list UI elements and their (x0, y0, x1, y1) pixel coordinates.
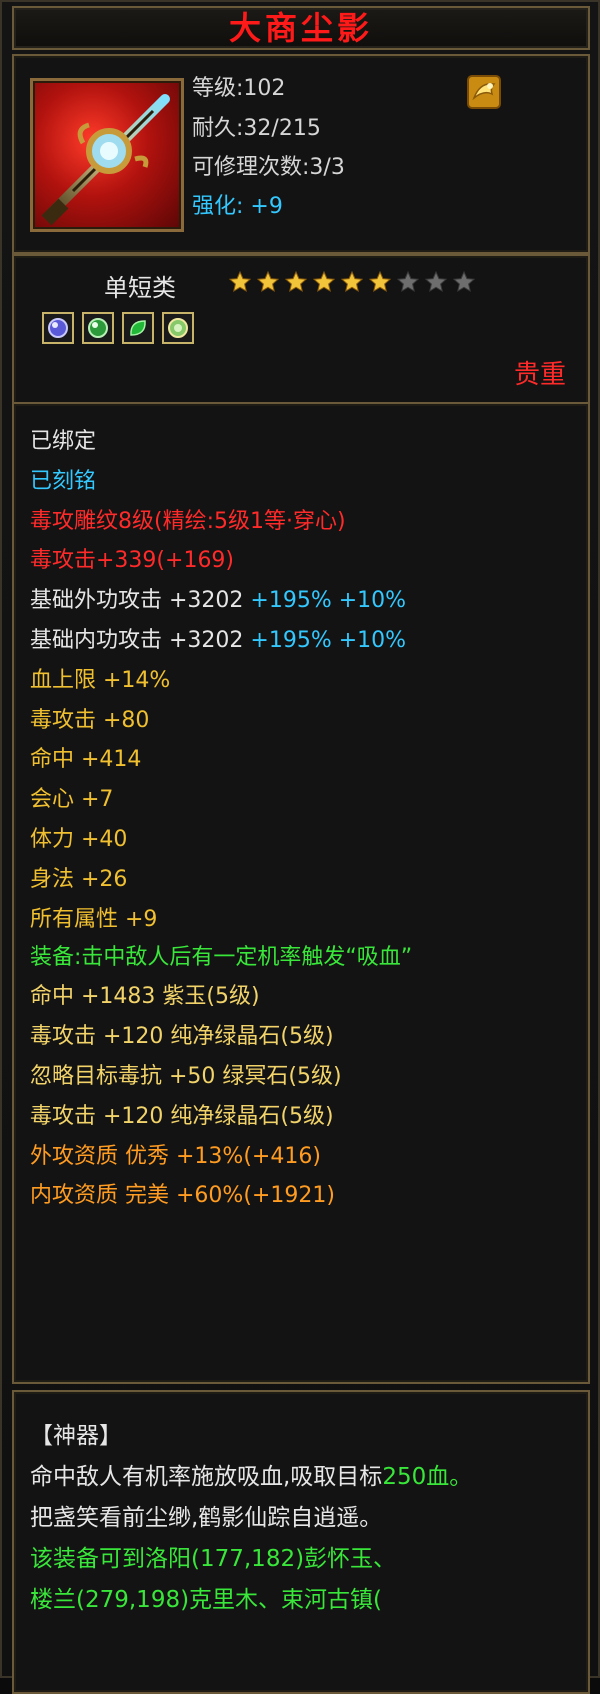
description-list: 【神器】 命中敌人有机率施放吸血,吸取目标250血。 把盏笑看前尘缈,鹤影仙踪自… (30, 1416, 578, 1621)
star-filled-icon (256, 270, 280, 294)
attribute-row: 装备:击中敌人后有一定机率触发“吸血” (30, 945, 413, 971)
star-filled-icon (368, 270, 392, 294)
attribute-row: 命中 +1483 紫玉(5级) (30, 984, 260, 1010)
sword-icon (30, 78, 184, 232)
attribute-row: 毒攻击 +120 纯净绿晶石(5级) (30, 1024, 334, 1050)
description-panel: 【神器】 命中敌人有机率施放吸血,吸取目标250血。 把盏笑看前尘缈,鹤影仙踪自… (12, 1390, 590, 1694)
jade-gem-icon (162, 312, 194, 344)
attribute-row: 毒攻击 +120 纯净绿晶石(5级) (30, 1103, 334, 1129)
flavor-text: 把盏笑看前尘缈,鹤影仙踪自逍遥。 (30, 1505, 383, 1531)
attribute-list: 已绑定已刻铭毒攻雕纹8级(精绘:5级1等·穿心) 毒攻击+339(+169) 基础外… (30, 422, 578, 1216)
star-empty-icon (424, 270, 448, 294)
attribute-row: 会心 +7 (30, 787, 114, 813)
item-header-panel: 等级:102 耐久:32/215 可修理次数:3/3 强化: +9 (12, 54, 590, 254)
green-leaf-gem-icon (122, 312, 154, 344)
item-type-panel: 单短类 贵重 (12, 254, 590, 406)
enhance-line: 强化: +9 (192, 192, 283, 222)
attribute-label: 基础内功攻击 +3202 (30, 627, 244, 653)
star-empty-icon (396, 270, 420, 294)
star-empty-icon (452, 270, 476, 294)
attribute-row: 所有属性 +9 (30, 906, 158, 932)
level-label: 等级 (192, 76, 237, 101)
item-type: 单短类 (104, 274, 176, 302)
enhance-label: 强化: (192, 194, 244, 219)
attribute-bonus: +195% +10% (243, 627, 407, 653)
attribute-row: 已刻铭 (30, 468, 97, 494)
star-filled-icon (228, 270, 252, 294)
location-line-2: 楼兰(279,198)克里木、束河古镇( (30, 1587, 383, 1613)
attribute-row: 体力 +40 (30, 826, 128, 852)
socket-gems (42, 312, 194, 344)
repair-label: 可修理次数 (192, 155, 303, 180)
green-gem-icon (82, 312, 114, 344)
location-line-1: 该装备可到洛阳(177,182)彭怀玉、 (30, 1546, 397, 1572)
star-filled-icon (312, 270, 336, 294)
item-tooltip: 大商尘影 等级:102 耐久:32/215 可修理次数:3/3 强化: +9 单… (0, 0, 600, 1694)
artifact-heading: 【神器】 (30, 1423, 122, 1449)
attribute-row: 命中 +414 (30, 747, 142, 773)
attribute-row: 毒攻击+339(+169) (30, 548, 235, 574)
item-name-bar: 大商尘影 (12, 6, 590, 50)
level-line: 等级:102 (192, 74, 285, 104)
attribute-bonus: +195% +10% (243, 588, 407, 614)
attribute-row: 忽略目标毒抗 +50 绿冥石(5级) (30, 1063, 342, 1089)
item-name: 大商尘影 (228, 9, 373, 47)
attribute-row: 基础内功攻击 +3202 +195% +10% (30, 621, 578, 661)
attribute-row: 毒攻击 +80 (30, 707, 150, 733)
attribute-row: 身法 +26 (30, 866, 128, 892)
repair-line: 可修理次数:3/3 (192, 153, 345, 183)
scroll-icon (466, 74, 502, 110)
star-filled-icon (284, 270, 308, 294)
attribute-row: 已绑定 (30, 429, 97, 454)
attribute-row: 毒攻雕纹8级(精绘:5级1等·穿心) (30, 508, 346, 534)
artifact-effect: 命中敌人有机率施放吸血,吸取目标250血。 (30, 1457, 578, 1498)
enhance-value: +9 (250, 194, 283, 219)
artifact-effect-value: 250血。 (382, 1464, 473, 1490)
attribute-row: 内攻资质 完美 +60%(+1921) (30, 1183, 335, 1209)
durability-label: 耐久 (192, 116, 237, 141)
repair-value: :3/3 (302, 155, 345, 180)
attributes-panel: 已绑定已刻铭毒攻雕纹8级(精绘:5级1等·穿心) 毒攻击+339(+169) 基础外… (12, 402, 590, 1384)
attribute-row: 血上限 +14% (30, 667, 171, 693)
artifact-effect-text: 命中敌人有机率施放吸血,吸取目标 (30, 1464, 383, 1490)
attribute-row: 外攻资质 优秀 +13%(+416) (30, 1143, 321, 1169)
attribute-row: 基础外功攻击 +3202 +195% +10% (30, 581, 578, 621)
level-value: :102 (236, 76, 286, 101)
rarity-label: 贵重 (513, 360, 566, 390)
star-rating (228, 270, 476, 294)
star-filled-icon (340, 270, 364, 294)
purple-gem-icon (42, 312, 74, 344)
durability-value: :32/215 (236, 116, 321, 141)
durability-line: 耐久:32/215 (192, 114, 321, 144)
attribute-label: 基础外功攻击 +3202 (30, 588, 244, 614)
